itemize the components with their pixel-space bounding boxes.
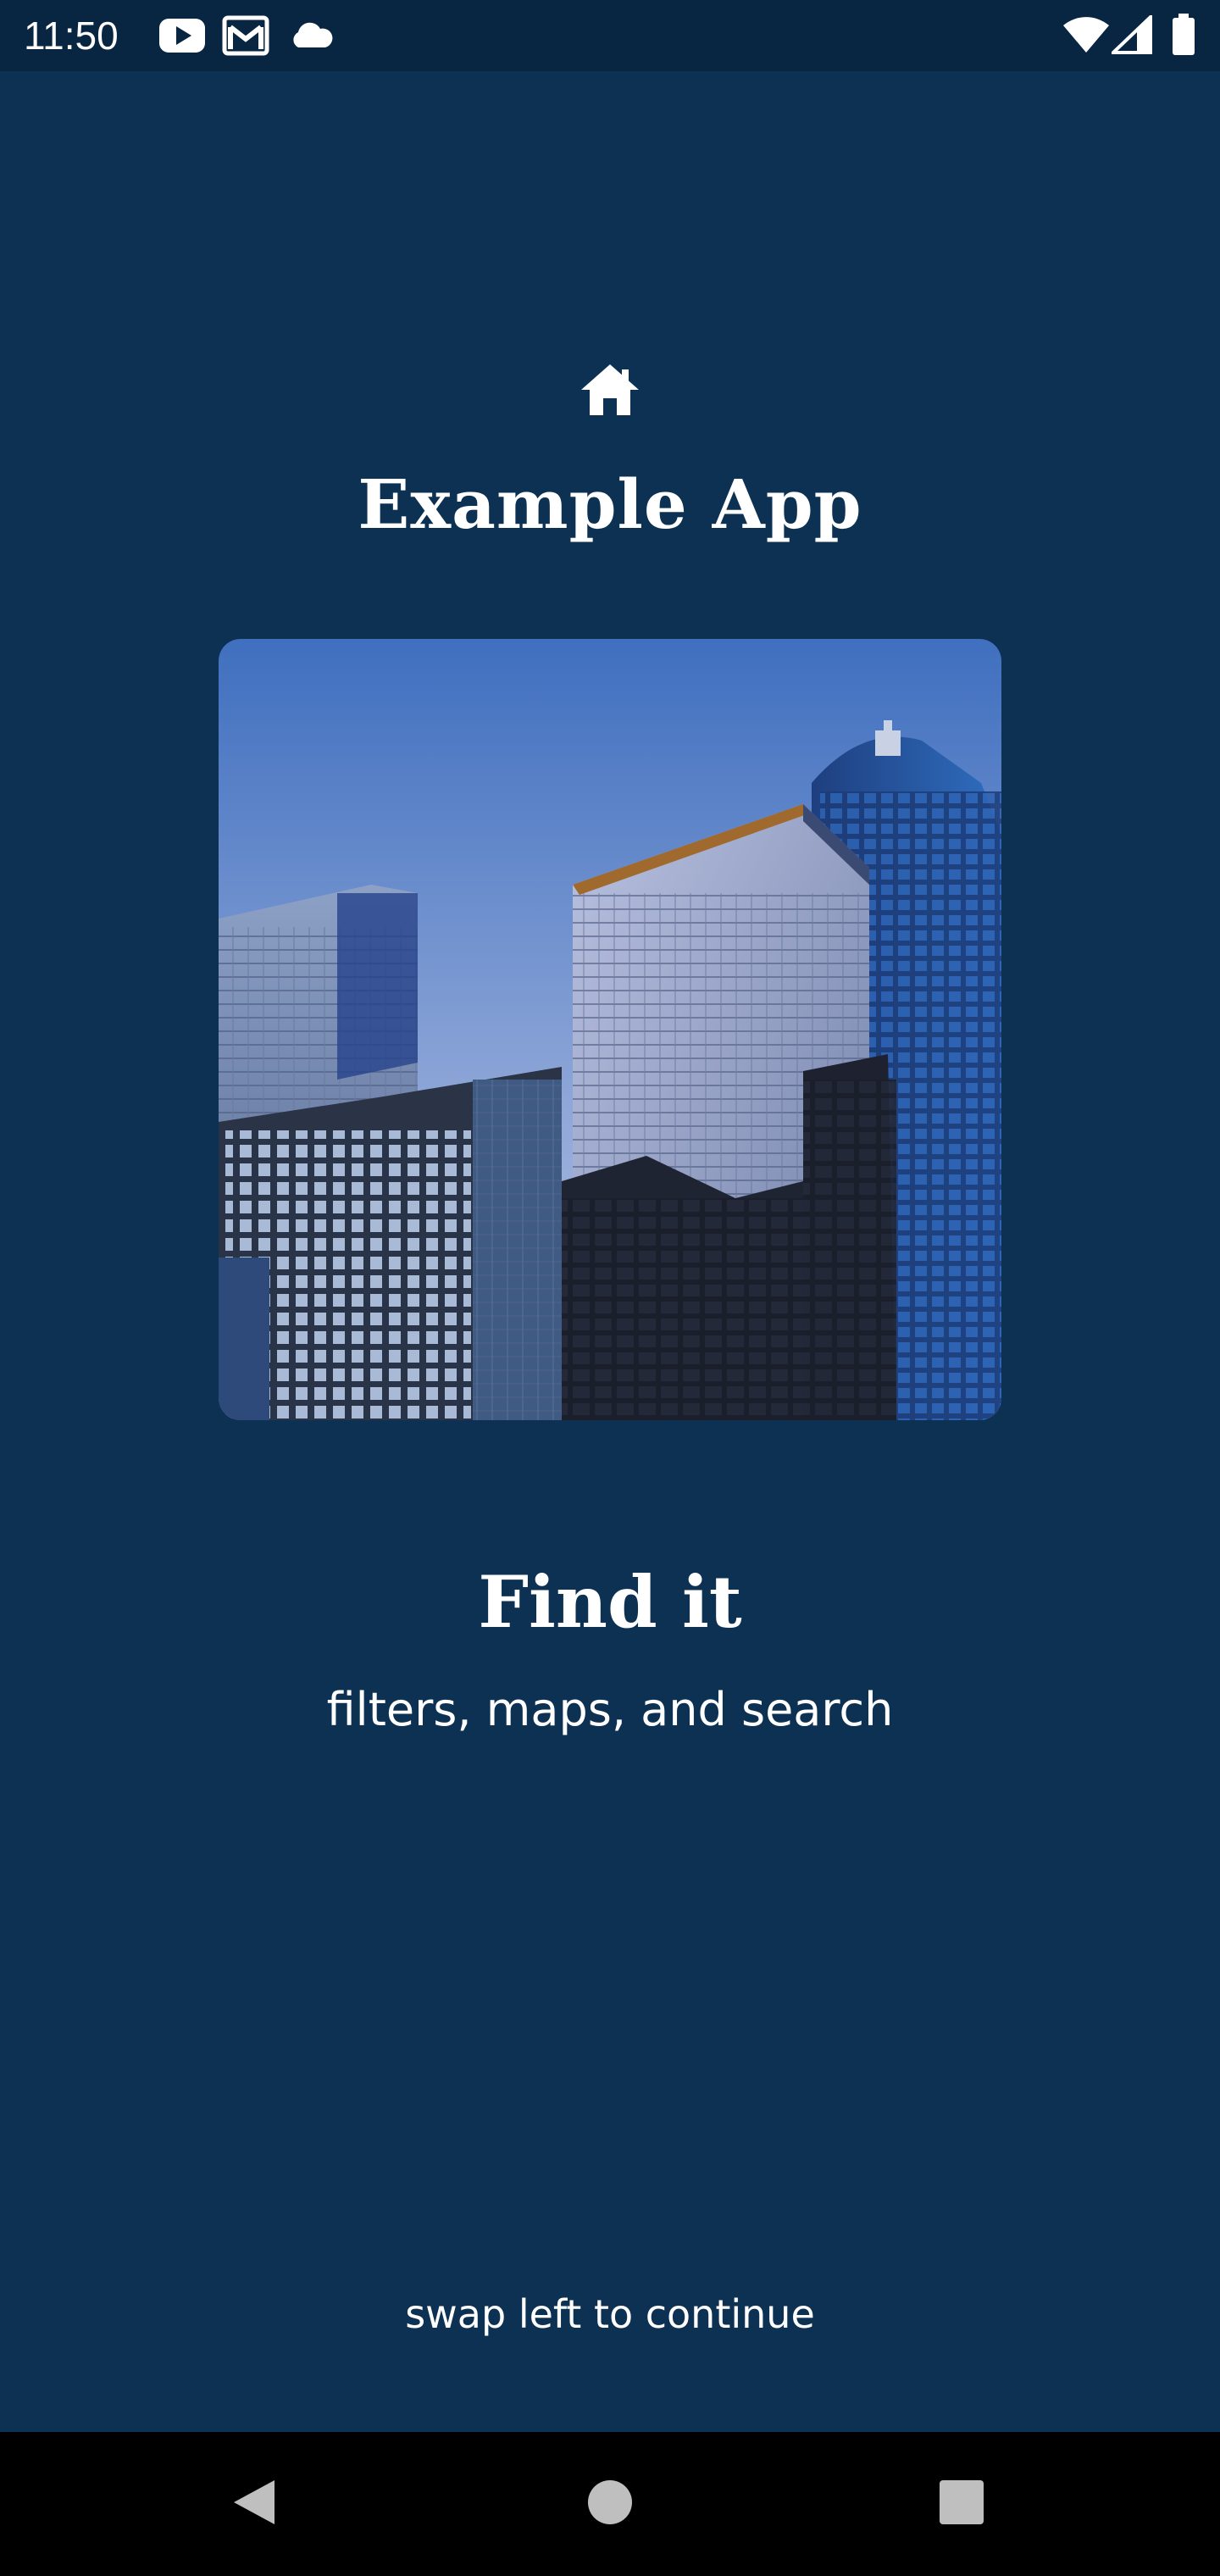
home-circle-icon bbox=[586, 2479, 634, 2529]
recents-icon bbox=[938, 2479, 985, 2529]
back-button[interactable] bbox=[216, 2466, 292, 2542]
wifi-icon bbox=[1062, 15, 1110, 58]
app-title: Example App bbox=[358, 464, 862, 544]
status-time: 11:50 bbox=[24, 14, 119, 58]
home-button[interactable] bbox=[572, 2466, 648, 2542]
slide-subtitle: filters, maps, and search bbox=[326, 1683, 894, 1736]
battery-icon bbox=[1171, 14, 1196, 59]
navigation-bar bbox=[0, 2432, 1220, 2576]
city-buildings-image bbox=[219, 639, 1001, 1420]
signal-icon bbox=[1109, 13, 1152, 58]
back-icon bbox=[230, 2477, 278, 2531]
recents-button[interactable] bbox=[923, 2466, 1000, 2542]
onboarding-screen[interactable]: 11:50 Example App Find it filters, maps,… bbox=[0, 0, 1220, 2576]
cloud-icon bbox=[288, 20, 334, 53]
youtube-icon bbox=[158, 17, 207, 58]
gmail-icon bbox=[222, 15, 269, 59]
status-bar: 11:50 bbox=[0, 0, 1220, 71]
swipe-hint-text: swap left to continue bbox=[405, 2291, 815, 2337]
home-icon bbox=[580, 363, 640, 417]
slide-title: Find it bbox=[478, 1560, 742, 1644]
